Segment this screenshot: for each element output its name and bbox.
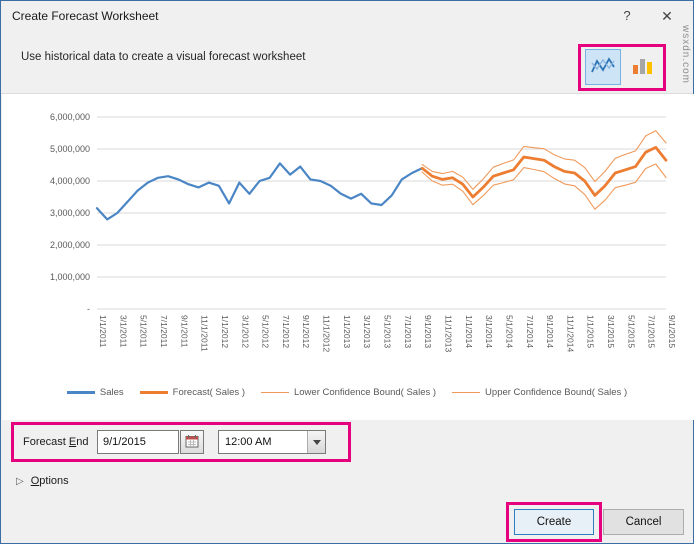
svg-text:4,000,000: 4,000,000 bbox=[50, 176, 90, 186]
expander-triangle-icon: ▷ bbox=[16, 476, 24, 487]
forecast-end-label: Forecast End bbox=[23, 429, 88, 455]
calendar-icon bbox=[185, 434, 199, 451]
forecast-chart: 6,000,000 5,000,000 4,000,000 3,000,000 2,00… bbox=[11, 103, 681, 383]
svg-text:9/1/2012: 9/1/2012 bbox=[301, 315, 311, 348]
chart-legend: Sales Forecast( Sales ) Lower Confidence… bbox=[1, 387, 693, 398]
dialog-title: Create Forecast Worksheet bbox=[12, 1, 159, 31]
combobox-dropdown-button[interactable] bbox=[307, 431, 325, 453]
create-button[interactable]: Create bbox=[514, 509, 594, 535]
svg-text:1/1/2011: 1/1/2011 bbox=[98, 315, 108, 348]
legend-line-upper-bound bbox=[452, 392, 480, 394]
svg-text:5/1/2015: 5/1/2015 bbox=[626, 315, 636, 348]
legend-line-lower-bound bbox=[261, 392, 289, 394]
svg-text:11/1/2011: 11/1/2011 bbox=[200, 315, 210, 352]
svg-text:9/1/2011: 9/1/2011 bbox=[179, 315, 189, 348]
svg-text:1/1/2013: 1/1/2013 bbox=[342, 315, 352, 348]
cancel-button[interactable]: Cancel bbox=[603, 509, 684, 535]
chart-type-toggle bbox=[585, 49, 660, 85]
help-button[interactable]: ? bbox=[611, 1, 643, 31]
svg-text:-: - bbox=[87, 304, 90, 314]
svg-text:2,000,000: 2,000,000 bbox=[50, 240, 90, 250]
options-expander[interactable]: ▷ Options bbox=[16, 475, 69, 487]
column-chart-icon bbox=[630, 55, 654, 80]
svg-text:1/1/2014: 1/1/2014 bbox=[464, 315, 474, 348]
chevron-down-icon bbox=[313, 440, 321, 445]
title-bar: Create Forecast Worksheet ? ✕ bbox=[1, 1, 693, 31]
legend-item-forecast: Forecast( Sales ) bbox=[140, 387, 245, 398]
svg-text:7/1/2015: 7/1/2015 bbox=[647, 315, 657, 348]
forecast-end-date-input[interactable] bbox=[97, 430, 179, 454]
svg-text:7/1/2014: 7/1/2014 bbox=[525, 315, 535, 348]
svg-text:3/1/2014: 3/1/2014 bbox=[484, 315, 494, 348]
svg-text:11/1/2013: 11/1/2013 bbox=[443, 315, 453, 352]
svg-text:1,000,000: 1,000,000 bbox=[50, 272, 90, 282]
svg-text:7/1/2011: 7/1/2011 bbox=[159, 315, 169, 348]
options-label: Options bbox=[31, 475, 69, 487]
legend-item-sales: Sales bbox=[67, 387, 124, 398]
legend-line-forecast bbox=[140, 391, 168, 394]
svg-text:9/1/2015: 9/1/2015 bbox=[667, 315, 677, 348]
time-combobox[interactable]: 12:00 AM bbox=[218, 430, 326, 454]
legend-line-sales bbox=[67, 391, 95, 393]
svg-text:6,000,000: 6,000,000 bbox=[50, 112, 90, 122]
line-chart-type-button[interactable] bbox=[585, 49, 621, 85]
line-chart-icon bbox=[590, 55, 616, 80]
legend-item-lower-bound: Lower Confidence Bound( Sales ) bbox=[261, 387, 436, 398]
svg-text:9/1/2013: 9/1/2013 bbox=[423, 315, 433, 348]
svg-text:5/1/2012: 5/1/2012 bbox=[261, 315, 271, 348]
svg-text:5,000,000: 5,000,000 bbox=[50, 144, 90, 154]
create-forecast-worksheet-dialog: Create Forecast Worksheet ? ✕ wsxdn.com … bbox=[0, 0, 694, 544]
svg-text:3/1/2015: 3/1/2015 bbox=[606, 315, 616, 348]
svg-text:9/1/2014: 9/1/2014 bbox=[545, 315, 555, 348]
svg-text:11/1/2012: 11/1/2012 bbox=[322, 315, 332, 352]
close-button[interactable]: ✕ bbox=[651, 1, 683, 31]
svg-text:3/1/2013: 3/1/2013 bbox=[362, 315, 372, 348]
svg-text:1/1/2015: 1/1/2015 bbox=[586, 315, 596, 348]
svg-text:7/1/2013: 7/1/2013 bbox=[403, 315, 413, 348]
svg-text:3,000,000: 3,000,000 bbox=[50, 208, 90, 218]
svg-text:11/1/2014: 11/1/2014 bbox=[565, 315, 575, 352]
date-picker-button[interactable] bbox=[180, 430, 204, 454]
svg-text:3/1/2012: 3/1/2012 bbox=[240, 315, 250, 348]
svg-text:3/1/2011: 3/1/2011 bbox=[118, 315, 128, 348]
dialog-subtitle: Use historical data to create a visual f… bbox=[21, 51, 305, 63]
time-combobox-value: 12:00 AM bbox=[219, 431, 307, 453]
svg-text:7/1/2012: 7/1/2012 bbox=[281, 315, 291, 348]
legend-item-upper-bound: Upper Confidence Bound( Sales ) bbox=[452, 387, 627, 398]
svg-text:1/1/2012: 1/1/2012 bbox=[220, 315, 230, 348]
svg-text:5/1/2014: 5/1/2014 bbox=[504, 315, 514, 348]
column-chart-type-button[interactable] bbox=[624, 49, 660, 85]
svg-text:5/1/2011: 5/1/2011 bbox=[139, 315, 149, 348]
watermark-text: wsxdn.com bbox=[680, 25, 691, 84]
svg-text:5/1/2013: 5/1/2013 bbox=[383, 315, 393, 348]
